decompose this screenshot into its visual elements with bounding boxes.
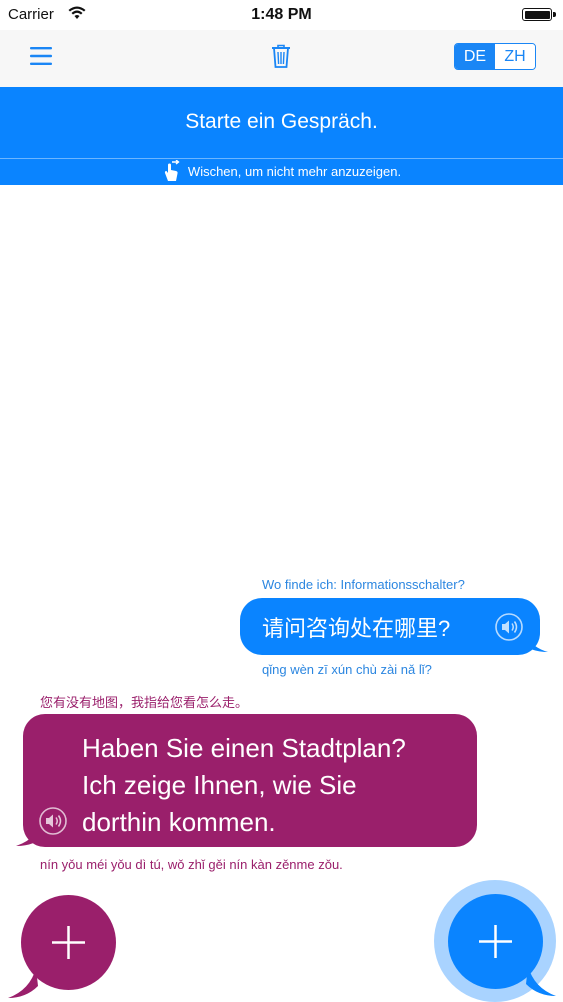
- banner-hint-row: Wischen, um nicht mehr anzuzeigen.: [0, 160, 563, 182]
- message-pinyin-text: nín yǒu méi yǒu dì tú, wǒ zhǐ gěi nín kà…: [40, 857, 343, 872]
- lang-option-de[interactable]: DE: [455, 44, 495, 69]
- lang-option-zh[interactable]: ZH: [495, 44, 535, 69]
- translation-line: dorthin kommen.: [82, 807, 276, 837]
- plus-icon: [52, 926, 85, 959]
- speaker-icon[interactable]: [38, 806, 68, 836]
- speaker-icon[interactable]: [494, 612, 524, 642]
- language-toggle: DE ZH: [454, 43, 536, 70]
- hamburger-menu-icon[interactable]: [29, 45, 53, 67]
- translation-line: Ich zeige Ihnen, wie Sie: [82, 770, 357, 800]
- trash-icon[interactable]: [270, 43, 292, 69]
- add-chinese-phrase-button[interactable]: [448, 894, 543, 989]
- battery-icon: [522, 8, 552, 21]
- add-german-phrase-button[interactable]: [21, 895, 116, 990]
- message-source-text: 您有没有地图，我指给您看怎么走。: [40, 695, 249, 710]
- swipe-hand-icon: [164, 160, 180, 181]
- banner-title: Starte ein Gespräch.: [185, 110, 378, 133]
- battery-fill: [524, 10, 550, 19]
- message-translation-text: 请问咨询处在哪里?: [262, 616, 451, 641]
- message-source-text: Wo finde ich: Informationsschalter?: [262, 577, 465, 592]
- banner-hint-text: Wischen, um nicht mehr anzuzeigen.: [187, 163, 402, 179]
- message-pinyin-text: qǐng wèn zī xún chù zài nǎ lǐ?: [262, 662, 432, 677]
- translation-line: Haben Sie einen Stadtplan?: [82, 733, 406, 763]
- message-translation-text: Haben Sie einen Stadtplan? Ich zeige Ihn…: [82, 730, 406, 841]
- plus-icon: [479, 925, 512, 958]
- battery-nub: [553, 12, 556, 17]
- status-time: 1:48 PM: [251, 6, 312, 23]
